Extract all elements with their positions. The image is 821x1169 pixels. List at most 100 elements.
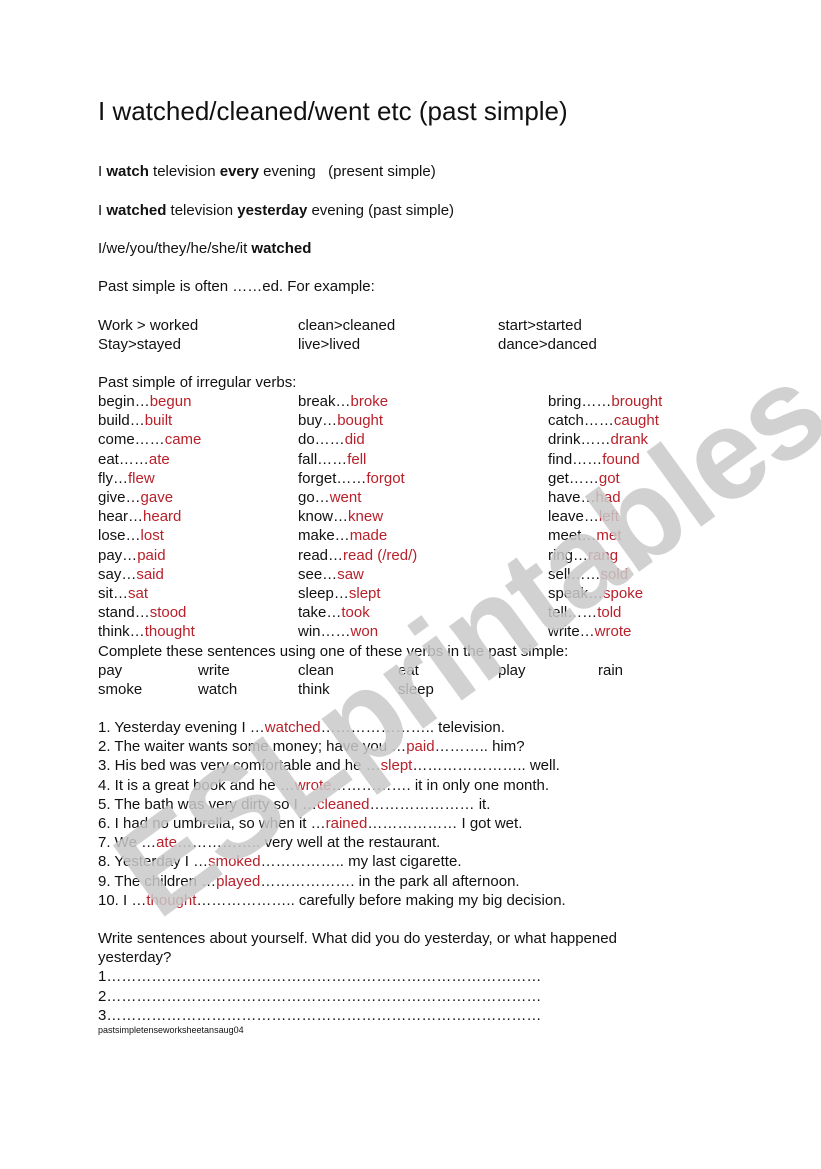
verb-past-answer: thought [144,623,195,641]
verb-base: give… [98,489,141,506]
intro-past-line: I watched television yesterday evening (… [98,201,454,220]
verb-base: forget…… [298,469,367,487]
sentence-end: …………….. my last cigarette. [260,853,462,871]
verb-base: ring… [548,546,589,564]
verb-past-answer: stood [149,604,187,622]
verb-past-answer: took [341,604,370,622]
bold-text: watched [106,202,167,219]
verb-past-answer: said [136,565,164,583]
verb-bank-word: clean [298,662,334,679]
sentence-answer: paid [406,738,435,756]
text: I/we/you/they/he/she/it [98,240,252,257]
text: evening (present simple) [258,163,436,180]
verb-past-answer: bought [337,412,384,430]
verb-bank-word: play [498,662,526,679]
exercise-sentence: 7. We …ate…………….. very well at the resta… [98,833,440,852]
sentence-start: 6. I had no umbrella, so when it … [98,815,326,832]
verb-base: write… [548,623,595,641]
verb-past-answer: spoke [603,585,644,602]
verb-base: sit… [98,585,128,602]
sentence-answer: played [216,872,261,890]
exercise1-instruction: Complete these sentences using one of th… [98,643,569,660]
worksheet-title: I watched/cleaned/went etc (past simple) [98,96,568,126]
verb-base: know… [298,508,349,526]
irregular-verb-entry: make…made [298,526,387,545]
irregular-verb-entry: begin…begun [98,392,191,411]
irregular-verb-entry: lose…lost [98,526,164,545]
intro-ed-rule: Past simple is often ……ed. For example: [98,278,375,295]
sentence-end: ………………….. television. [320,719,505,736]
verb-base: have… [548,489,596,506]
verb-base: bring…… [548,393,612,410]
sentence-answer: ate [156,834,177,852]
verb-base: see… [298,565,338,583]
irregular-heading: Past simple of irregular verbs: [98,374,297,391]
answer-line: 3…………………………………………………………………………… [98,1007,542,1024]
irregular-verb-entry: see…saw [298,565,364,584]
irregular-verb-entry: find……found [548,450,640,469]
sentence-start: 8. Yesterday I … [98,853,209,871]
verb-base: read… [298,546,344,564]
verb-past-answer: ate [148,450,170,468]
irregular-verb-entry: tell……told [548,603,621,622]
sentence-answer: smoked [208,853,261,871]
verb-base: eat…… [98,450,149,468]
irregular-verb-entry: fly…flew [98,469,155,488]
verb-base: sell…… [548,565,601,583]
irregular-verb-entry: go…went [298,488,361,507]
sentence-end: ………………….. well. [412,757,560,775]
irregular-verb-entry: hear…heard [98,507,181,526]
verb-bank-word: write [198,662,230,679]
regular-example: Work > worked [98,317,199,334]
verb-base: pay… [98,546,138,564]
bold-text: watched [251,240,312,257]
verb-past-answer: read (/red/) [343,546,418,564]
verb-base: win…… [298,623,351,641]
text: evening (past simple) [307,202,455,219]
irregular-verb-entry: think…thought [98,622,195,641]
text: television [148,163,220,180]
exercise-sentence: 5. The bath was very dirty so I …cleaned… [98,795,490,814]
exercise-sentence: 6. I had no umbrella, so when it …rained… [98,814,522,833]
sentence-end: ……………….. carefully before making my big … [196,891,566,909]
verb-base: go… [298,489,330,506]
verb-past-answer: knew [348,508,384,526]
answer-line: 1…………………………………………………………………………… [98,968,542,985]
sentence-end: ……………… I got wet. [367,815,523,832]
verb-past-answer: caught [613,412,659,430]
exercise-sentence: 4. It is a great book and he …wrote……………… [98,776,549,795]
regular-example: clean>cleaned [298,317,396,334]
irregular-verb-entry: leave…left [548,507,619,526]
sentence-answer: rained [325,815,368,832]
footer-filename: pastsimpletenseworksheetansaug04 [98,1025,244,1035]
verb-base: begin… [98,393,150,410]
irregular-verb-entry: buy…bought [298,411,383,430]
verb-base: fly… [98,469,128,487]
verb-base: find…… [548,450,603,468]
irregular-verb-entry: catch……caught [548,411,659,430]
verb-past-answer: brought [611,393,663,410]
verb-base: buy… [298,412,338,430]
verb-past-answer: slept [348,585,381,602]
verb-past-answer: heard [143,508,182,526]
exercise-sentence: 9. The children …played………………. in the pa… [98,872,520,891]
verb-base: take… [298,604,342,622]
verb-past-answer: built [144,412,173,430]
verb-past-answer: found [602,450,640,468]
irregular-verb-entry: eat……ate [98,450,170,469]
verb-base: meet… [548,527,597,545]
sentence-answer: watched [264,719,321,736]
irregular-verb-entry: sit…sat [98,584,148,603]
verb-past-answer: lost [140,527,164,545]
exercise-sentence: 2. The waiter wants some money; have you… [98,737,525,756]
sentence-answer: wrote [294,776,332,794]
exercise2-instruction-line1: Write sentences about yourself. What did… [98,930,617,947]
sentence-start: 3. His bed was very comfortable and he … [98,757,381,775]
irregular-verb-entry: know…knew [298,507,383,526]
verb-bank-word: watch [198,681,238,698]
irregular-verb-entry: win……won [298,622,378,641]
verb-base: break… [298,393,351,410]
verb-past-answer: sold [600,565,629,583]
verb-past-answer: paid [137,546,166,564]
verb-base: come…… [98,431,165,449]
